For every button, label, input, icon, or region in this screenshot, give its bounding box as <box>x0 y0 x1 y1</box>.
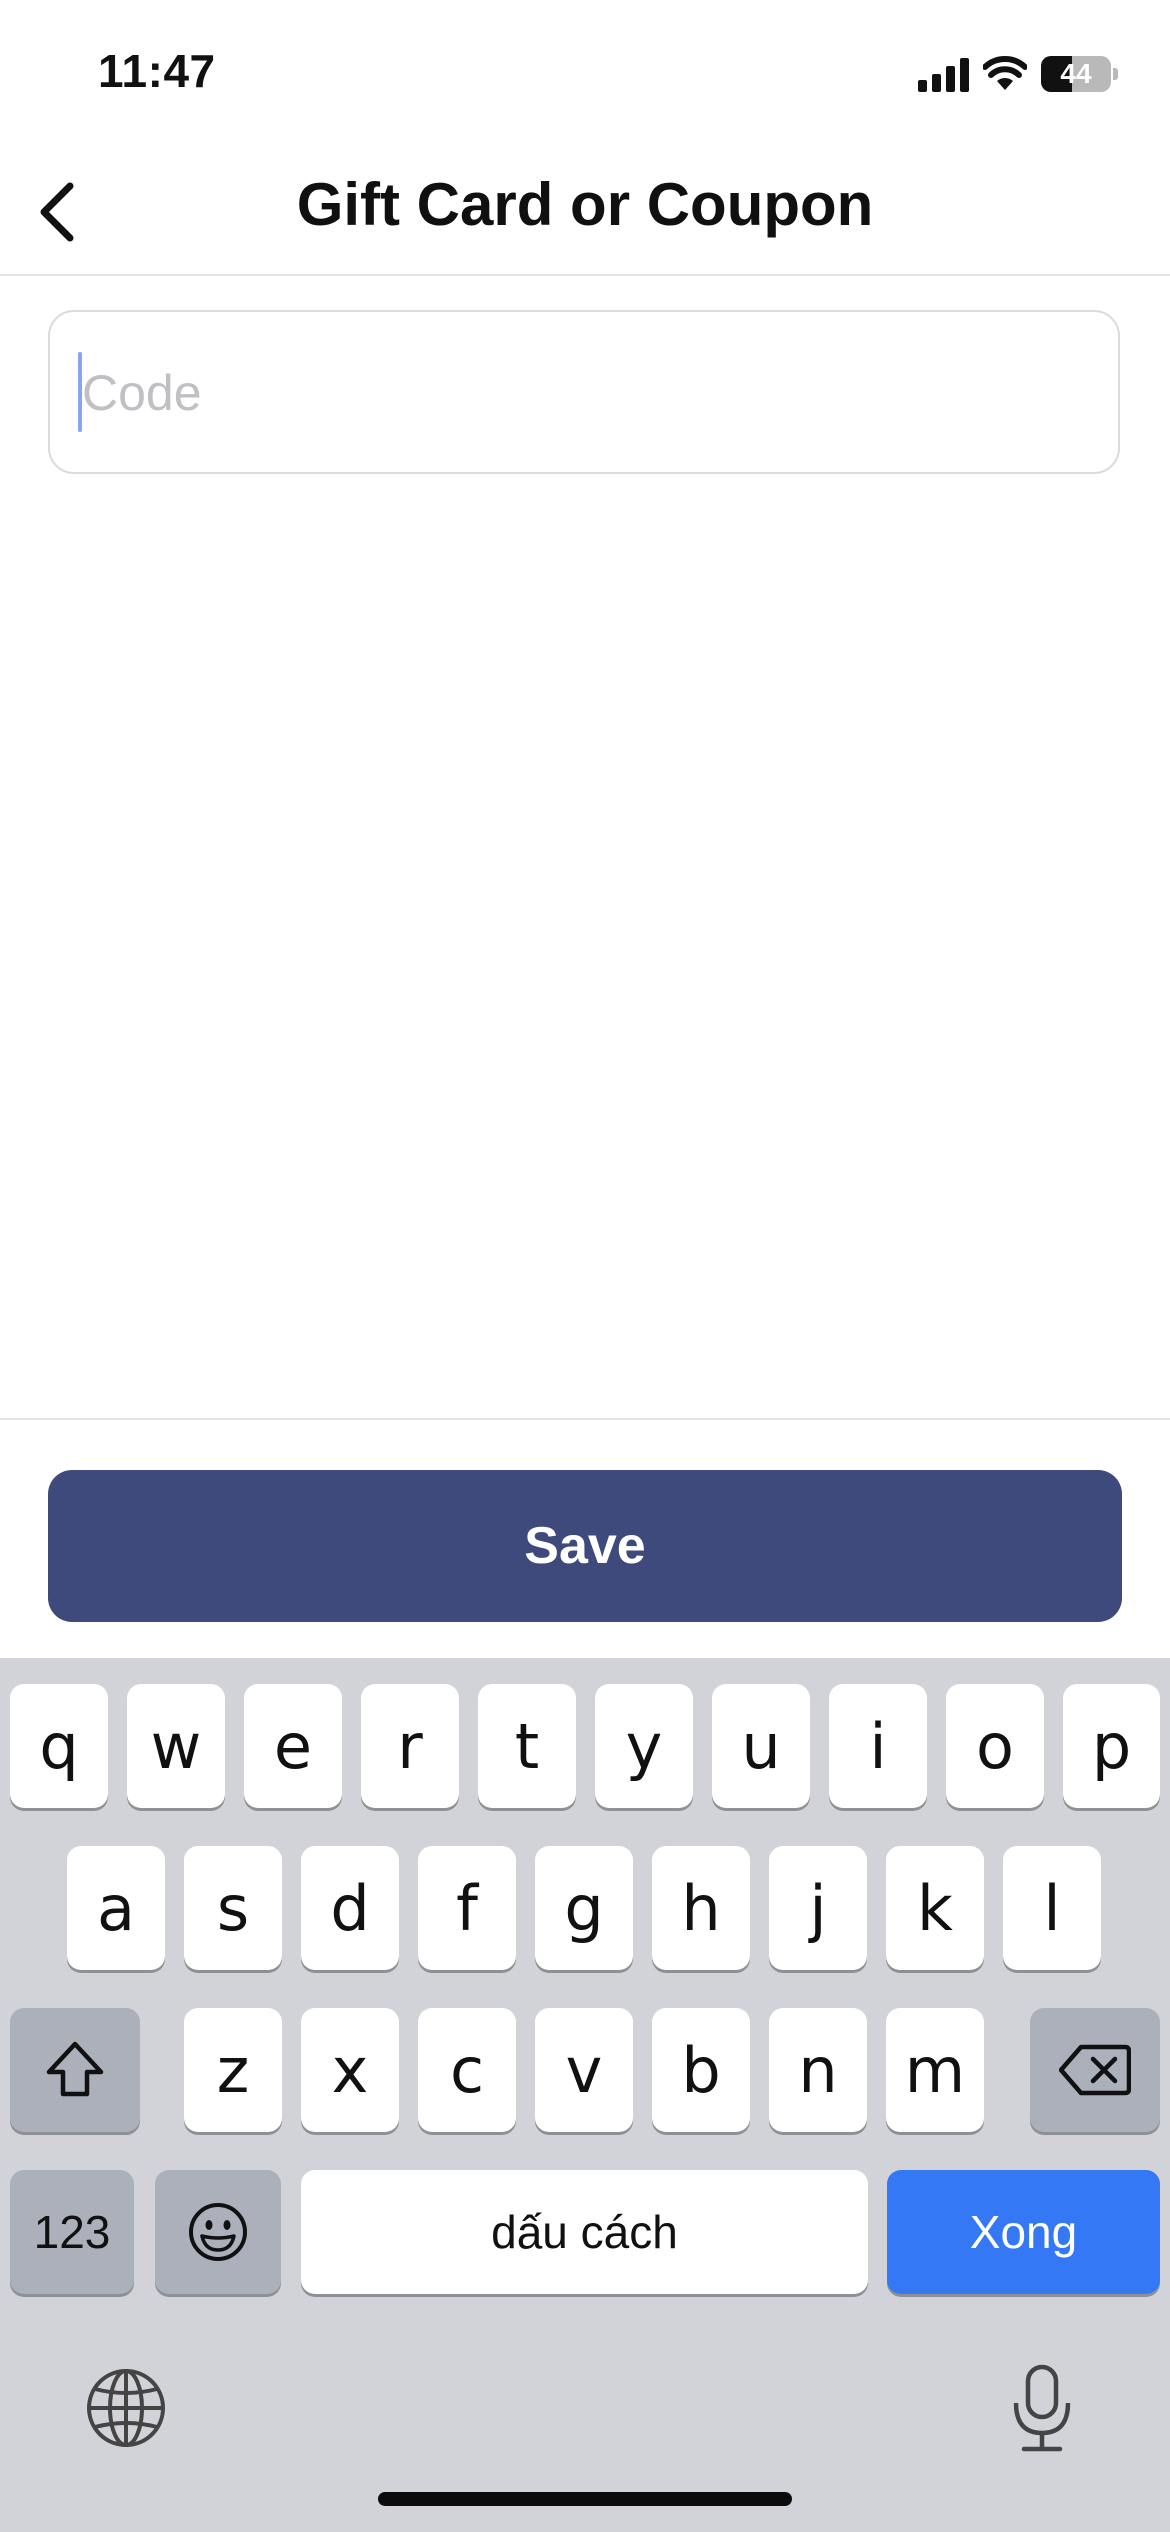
numbers-key[interactable]: 123 <box>10 2170 134 2294</box>
shift-icon <box>46 2041 104 2097</box>
emoji-icon <box>189 2203 247 2261</box>
key-j[interactable]: j <box>769 1846 867 1970</box>
key-v[interactable]: v <box>535 2008 633 2132</box>
status-bar: 11:47 44 <box>0 0 1170 150</box>
key-a[interactable]: a <box>67 1846 165 1970</box>
status-time: 11:47 <box>98 45 216 97</box>
save-bar: Save <box>0 1418 1170 1660</box>
key-i[interactable]: i <box>829 1684 927 1808</box>
key-k[interactable]: k <box>886 1846 984 1970</box>
emoji-key[interactable] <box>155 2170 281 2294</box>
key-s[interactable]: s <box>184 1846 282 1970</box>
key-n[interactable]: n <box>769 2008 867 2132</box>
key-c[interactable]: c <box>418 2008 516 2132</box>
space-key[interactable]: dấu cách <box>301 2170 868 2294</box>
microphone-icon <box>1013 2364 1071 2452</box>
key-w[interactable]: w <box>127 1684 225 1808</box>
battery-tip <box>1113 68 1118 80</box>
key-y[interactable]: y <box>595 1684 693 1808</box>
dictation-button[interactable] <box>992 2358 1092 2458</box>
key-b[interactable]: b <box>652 2008 750 2132</box>
wifi-icon <box>983 56 1027 90</box>
backspace-icon <box>1059 2044 1131 2096</box>
status-icons: 44 <box>918 52 1118 96</box>
key-q[interactable]: q <box>10 1684 108 1808</box>
globe-icon <box>87 2369 165 2447</box>
key-r[interactable]: r <box>361 1684 459 1808</box>
key-d[interactable]: d <box>301 1846 399 1970</box>
shift-key[interactable] <box>10 2008 140 2132</box>
page-title: Gift Card or Coupon <box>296 171 874 238</box>
key-x[interactable]: x <box>301 2008 399 2132</box>
battery-icon: 44 <box>1041 56 1111 92</box>
key-g[interactable]: g <box>535 1846 633 1970</box>
key-m[interactable]: m <box>886 2008 984 2132</box>
key-e[interactable]: e <box>244 1684 342 1808</box>
code-input[interactable] <box>80 312 1084 474</box>
key-f[interactable]: f <box>418 1846 516 1970</box>
key-z[interactable]: z <box>184 2008 282 2132</box>
globe-button[interactable] <box>76 2358 176 2458</box>
key-t[interactable]: t <box>478 1684 576 1808</box>
key-u[interactable]: u <box>712 1684 810 1808</box>
key-h[interactable]: h <box>652 1846 750 1970</box>
home-indicator[interactable] <box>378 2492 792 2506</box>
battery-percentage: 44 <box>1060 58 1092 89</box>
code-field[interactable] <box>48 310 1120 474</box>
save-button[interactable]: Save <box>48 1470 1122 1622</box>
navigation-bar: Gift Card or Coupon <box>0 150 1170 276</box>
cellular-signal-icon <box>918 56 969 92</box>
backspace-key[interactable] <box>1030 2008 1160 2132</box>
key-l[interactable]: l <box>1003 1846 1101 1970</box>
keyboard: q w e r t y u i o p a s d f g h j k l z … <box>0 1658 1170 2532</box>
key-o[interactable]: o <box>946 1684 1044 1808</box>
key-p[interactable]: p <box>1063 1684 1160 1808</box>
done-key[interactable]: Xong <box>887 2170 1160 2294</box>
